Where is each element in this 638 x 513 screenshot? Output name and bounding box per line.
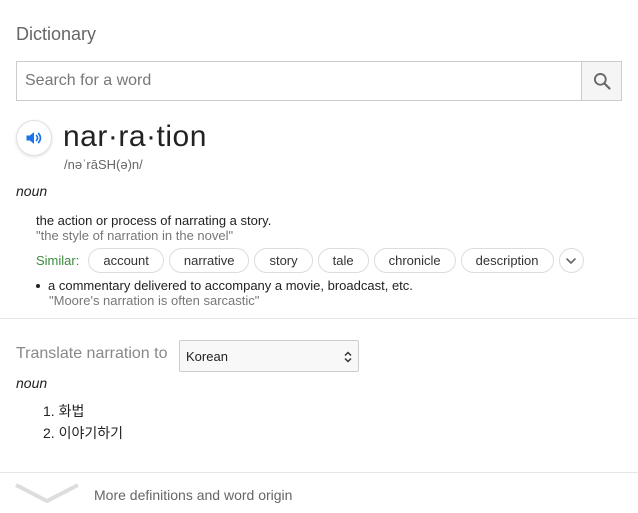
translation-item: 1. 화법 [43, 403, 85, 419]
headword: nar·ra·tion [63, 120, 207, 153]
pronounce-button[interactable] [16, 120, 52, 156]
chevron-down-icon [15, 483, 79, 503]
example-2: "Moore's narration is often sarcastic" [49, 293, 260, 308]
select-caret-icon [344, 351, 352, 363]
language-select-value: Korean [186, 348, 228, 364]
search-icon [593, 73, 611, 90]
similar-label: Similar: [36, 253, 80, 268]
similar-chip-chronicle[interactable]: chronicle [373, 248, 456, 273]
definition-1: the action or process of narrating a sto… [36, 213, 272, 228]
speaker-icon [26, 132, 42, 144]
dictionary-card: Dictionary nar·ra·tion /nəˈrāSH(ə)n/ nou… [0, 0, 638, 513]
part-of-speech: noun [16, 183, 48, 199]
language-select[interactable]: Korean [179, 340, 359, 372]
translate-label: Translate narration to [16, 345, 168, 362]
chevron-down-icon [566, 257, 576, 264]
translation-item: 2. 이야기하기 [43, 425, 123, 441]
definition-2: a commentary delivered to accompany a mo… [36, 278, 413, 293]
similar-chip-story[interactable]: story [254, 248, 313, 273]
card-title: Dictionary [16, 24, 97, 44]
more-definitions-link[interactable]: More definitions and word origin [0, 473, 638, 513]
search-button[interactable] [581, 62, 621, 100]
similar-chip-description[interactable]: description [460, 248, 554, 273]
similar-chip-tale[interactable]: tale [317, 248, 369, 273]
definition-2-text: a commentary delivered to accompany a mo… [48, 278, 413, 293]
divider [0, 318, 638, 319]
translation-list: 1. 화법 2. 이야기하기 [43, 400, 123, 444]
translation-part-of-speech: noun [16, 375, 48, 391]
search-box [16, 61, 622, 101]
bullet-dot [36, 283, 40, 288]
search-input[interactable] [17, 62, 582, 100]
similar-chip-account[interactable]: account [88, 248, 164, 273]
similar-chip-narrative[interactable]: narrative [168, 248, 250, 273]
phonetic-spelling: /nəˈrāSH(ə)n/ [64, 157, 143, 172]
example-1: "the style of narration in the novel" [36, 228, 234, 243]
expand-similar-button[interactable] [558, 248, 584, 273]
similar-words-row: Similar: account narrative story tale ch… [36, 248, 584, 273]
more-definitions-label: More definitions and word origin [94, 487, 293, 503]
